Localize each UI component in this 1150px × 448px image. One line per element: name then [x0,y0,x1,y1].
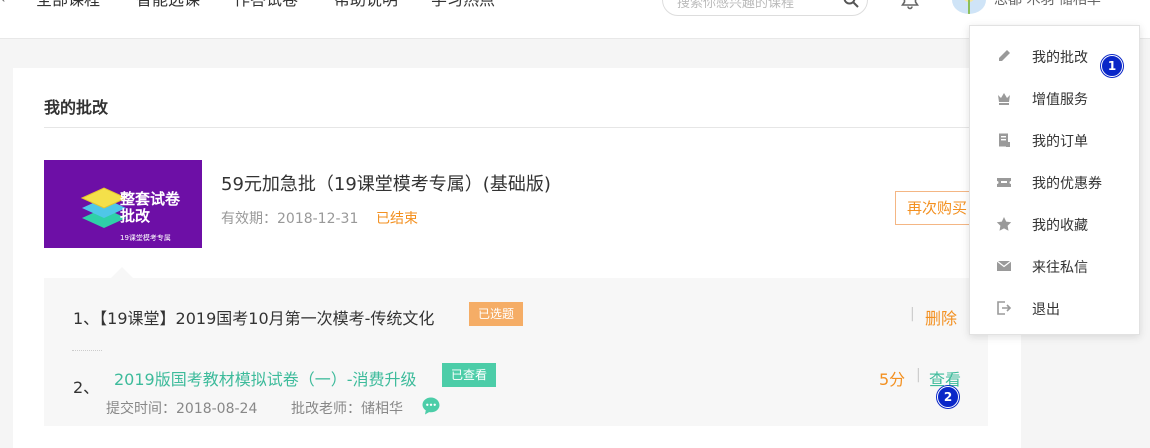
submit-time: 提交时间：2018-08-24 [106,401,258,417]
menu-item-label: 我的收藏 [1032,218,1088,234]
user-name[interactable]: 思都·木羽·储相华 [994,0,1101,10]
menu-item-my-orders[interactable]: 我的订单 [970,120,1139,160]
menu-item-label: 我的优惠券 [1032,176,1102,192]
search-icon[interactable] [843,0,859,8]
exam-item-2-title[interactable]: 2019版国考教材模拟试卷（一）-消费升级 [114,366,417,390]
exam-list: 1、【19课堂】2019国考10月第一次模考-传统文化 已选题 | 删除 2、 … [44,278,988,426]
menu-item-label: 来往私信 [1032,260,1088,276]
product-image-title-line1: 整套试卷 [120,190,181,208]
dotted-divider [72,350,102,351]
teacher-name: 批改老师：储相华 [291,401,403,417]
menu-item-label: 退出 [1032,302,1060,318]
menu-item-logout[interactable]: 退出 [970,288,1139,328]
coupon-icon [997,178,1011,187]
menu-item-value-services[interactable]: 增值服务 [970,78,1139,118]
exam-score: 5分 [879,370,906,389]
menu-item-label: 增值服务 [1032,92,1088,108]
step-marker-2: 2 [937,386,959,408]
nav-item-hot-topics[interactable]: 学习热点 [431,0,495,10]
nav-item-smart-select[interactable]: 智能选课 [136,0,200,10]
product-image-subtitle: 19课堂模考专属 [120,233,171,242]
crown-icon [998,93,1010,105]
user-dropdown-menu: 我的批改 1 增值服务 我的订单 我的优惠券 我的收藏 来往私信 退出 [969,25,1140,335]
mail-icon [996,260,1012,271]
chevron-left-icon[interactable]: ‹ [0,0,6,7]
nav-item-help[interactable]: 帮助说明 [334,0,398,10]
nav-item-all-courses[interactable]: 全部课程 [36,0,100,10]
bell-icon[interactable] [900,0,920,10]
logout-icon [997,301,1012,315]
product-title[interactable]: 59元加急批（19课堂模考专属）(基础版) [221,170,551,196]
star-icon [996,217,1012,231]
pencil-icon [999,50,1010,61]
divider: | [910,306,915,322]
panel-pointer [111,267,133,278]
title-divider [44,127,1032,128]
menu-item-label: 我的订单 [1032,134,1088,150]
chat-icon[interactable] [421,396,441,416]
chevron-down-icon[interactable]: ⌄ [1124,0,1135,4]
exam-item-2-number: 2、 [73,378,100,397]
nav-item-answer-papers[interactable]: 作答试卷 [234,0,298,10]
menu-item-messages[interactable]: 来往私信 [970,246,1139,286]
avatar[interactable] [952,0,986,14]
exam-item-1-title[interactable]: 1、【19课堂】2019国考10月第一次模考-传统文化 [73,305,434,329]
menu-item-my-favorites[interactable]: 我的收藏 [970,204,1139,244]
product-image[interactable]: 整套试卷 批改 19课堂模考专属 [44,160,202,248]
menu-item-my-coupons[interactable]: 我的优惠券 [970,162,1139,202]
validity-date: 有效期：2018-12-31 [221,211,359,227]
page-title: 我的批改 [44,98,109,117]
menu-item-my-corrections[interactable]: 我的批改 1 [970,36,1139,77]
search-placeholder: 搜索你感兴趣的课程 [677,0,795,11]
status-badge: 已结束 [376,211,418,227]
order-icon [999,133,1010,147]
divider: | [916,367,921,383]
my-corrections-card: 我的批改 整套试卷 批改 19课堂模考专属 59元加急批（19课堂模考专属）(基… [13,68,1032,448]
exam-item-2-badge: 已查看 [442,363,497,387]
search-input[interactable]: 搜索你感兴趣的课程 [662,0,868,16]
product-image-title-line2: 批改 [120,207,151,225]
step-marker-1: 1 [1101,55,1123,77]
exam-item-1-badge: 已选题 [469,302,524,326]
delete-button[interactable]: 删除 [925,305,957,329]
menu-item-label: 我的批改 [1032,50,1088,66]
